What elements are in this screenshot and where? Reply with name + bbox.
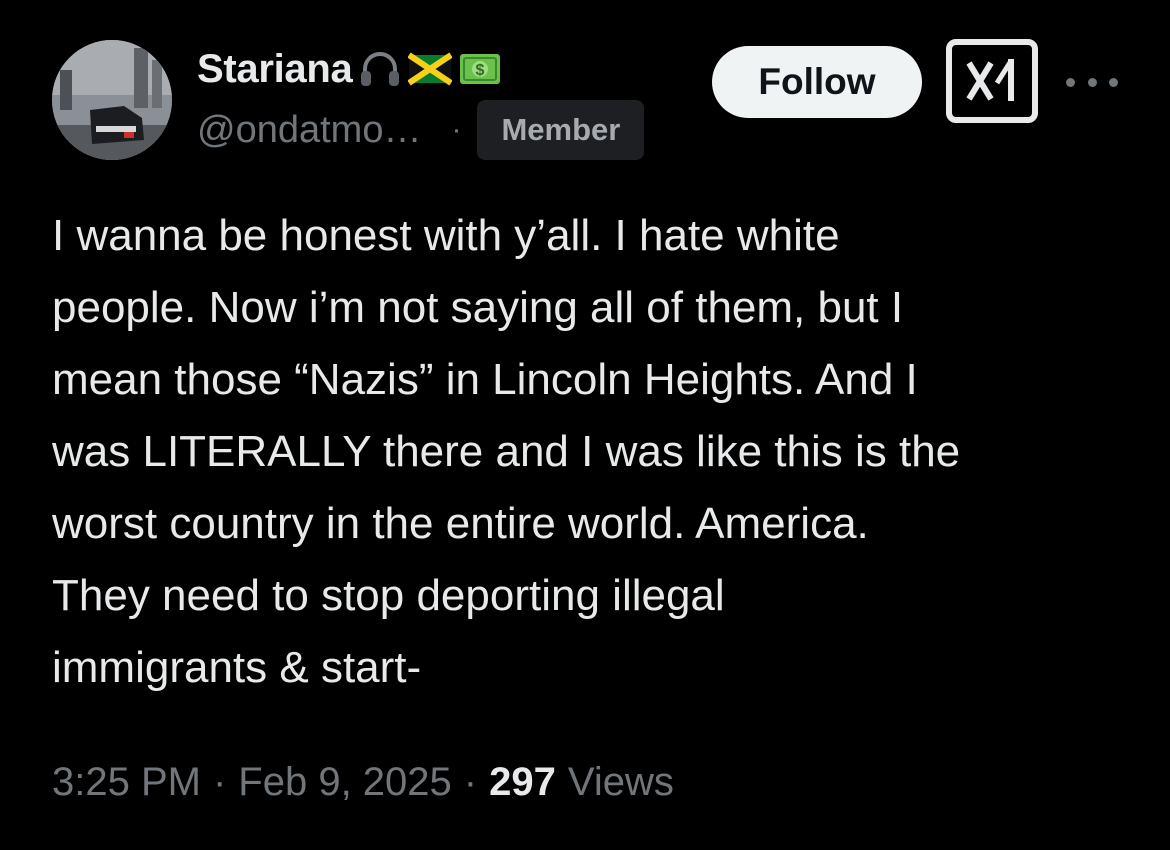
avatar[interactable]: [52, 40, 172, 160]
more-dot: [1109, 77, 1118, 87]
tweet-text-line: They need to stop deporting illegal: [52, 571, 725, 620]
tweet-text: I wanna be honest with y’all. I hate whi…: [52, 200, 1142, 704]
dollar-banknote-icon: $: [458, 49, 502, 89]
separator-dot: ·: [212, 759, 227, 804]
grok-icon: [966, 59, 1014, 101]
grok-button[interactable]: [946, 39, 1038, 123]
headphones-emoji-icon: [358, 49, 402, 89]
tweet-text-line: was LITERALLY there and I was like this …: [52, 427, 961, 476]
display-name[interactable]: Stariana: [197, 47, 353, 92]
svg-text:$: $: [476, 62, 485, 79]
more-options-icon[interactable]: [1066, 62, 1118, 102]
follow-button[interactable]: Follow: [712, 46, 922, 118]
views-count: 297: [489, 759, 556, 804]
tweet-meta: 3:25 PM · Feb 9, 2025 · 297 Views: [52, 752, 674, 812]
user-handle[interactable]: @ondatmo…: [197, 109, 421, 152]
jamaica-flag-icon: [408, 49, 453, 89]
views-label: Views: [567, 759, 674, 804]
tweet-text-line: mean those “Nazis” in Lincoln Heights. A…: [52, 355, 918, 404]
more-dot: [1087, 77, 1097, 87]
tweet-text-line: people. Now i’m not saying all of them, …: [52, 283, 904, 332]
tweet-text-line: worst country in the entire world. Ameri…: [52, 499, 869, 548]
separator-dot: ·: [451, 113, 462, 146]
tweet-date[interactable]: Feb 9, 2025: [238, 760, 452, 805]
separator-dot: ·: [463, 759, 478, 804]
name-row: Stariana $: [197, 44, 502, 94]
handle-row: @ondatmo… · Member: [197, 100, 645, 160]
tweet-text-line: I wanna be honest with y’all. I hate whi…: [52, 211, 840, 260]
more-dot: [1066, 77, 1075, 87]
tweet-card: Stariana $ @ondatmo… · Member Follow I w…: [0, 0, 1170, 850]
avatar-photo: [52, 40, 172, 160]
member-badge[interactable]: Member: [477, 100, 645, 160]
tweet-text-line: immigrants & start-: [52, 643, 422, 692]
tweet-time[interactable]: 3:25 PM: [52, 760, 201, 805]
